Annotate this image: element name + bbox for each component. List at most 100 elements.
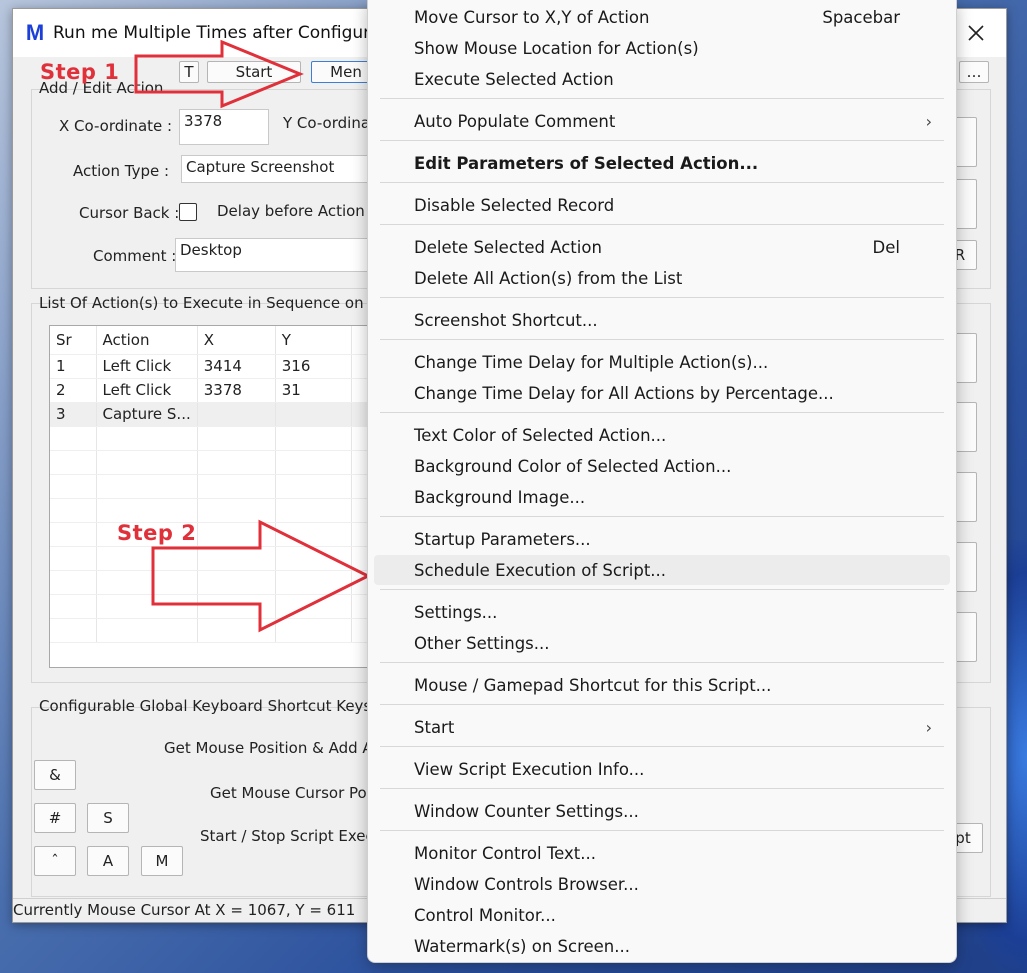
shortcut-key-a-button[interactable]: A [87,846,129,876]
menu-item-label: Move Cursor to X,Y of Action [414,7,650,27]
menu-item-change-delay-multiple[interactable]: Change Time Delay for Multiple Action(s)… [374,347,950,377]
table-row[interactable]: 1 Left Click 3414 316 [50,354,388,379]
cell-y [275,402,352,427]
menu-item-delete-all[interactable]: Delete All Action(s) from the List [374,263,950,293]
menu-item-change-delay-percentage[interactable]: Change Time Delay for All Actions by Per… [374,378,950,408]
menu-item-label: Startup Parameters... [414,529,591,549]
action-type-select[interactable]: Capture Screenshot [181,155,381,183]
menu-item-schedule-execution[interactable]: Schedule Execution of Script... [374,555,950,585]
cell-x: 3414 [197,354,276,379]
menu-item-label: Disable Selected Record [414,195,615,215]
shortcut-key-caret-button[interactable]: ˆ [34,846,76,876]
table-row-empty [50,474,388,499]
menu-item-screenshot-shortcut[interactable]: Screenshot Shortcut... [374,305,950,335]
menu-item-mouse-gamepad-shortcut[interactable]: Mouse / Gamepad Shortcut for this Script… [374,670,950,700]
table-row-empty [50,522,388,547]
action-list[interactable]: Sr Action X Y 1 Left Click 3414 316 2 Le… [49,325,389,668]
menu-item-other-settings[interactable]: Other Settings... [374,628,950,658]
table-row-selected[interactable]: 3 Capture S... [50,402,388,427]
shortcut-key-ampersand-button[interactable]: & [34,760,76,790]
get-mouse-cursor-label: Get Mouse Cursor Pos [210,784,375,802]
table-row-empty [50,570,388,595]
x-coordinate-input[interactable]: 3378 [179,109,269,145]
cell-sr: 3 [50,402,97,427]
menu-item-label: Background Color of Selected Action... [414,456,732,476]
shortcut-key-hash-button[interactable]: # [34,803,76,833]
menu-item-move-cursor[interactable]: Move Cursor to X,Y of Action Spacebar [374,2,950,32]
menu-item-start[interactable]: Start › [374,712,950,742]
menu-item-auto-populate-comment[interactable]: Auto Populate Comment › [374,106,950,136]
cell-y: 31 [275,378,352,403]
menu-item-background-image[interactable]: Background Image... [374,482,950,512]
shortcut-key-s-button[interactable]: S [87,803,129,833]
table-row-empty [50,546,388,571]
menu-item-execute-selected[interactable]: Execute Selected Action [374,64,950,94]
menu-separator [380,516,944,517]
menu-separator [380,589,944,590]
menu-item-view-execution-info[interactable]: View Script Execution Info... [374,754,950,784]
cell-sr: 1 [50,354,97,379]
menu-item-edit-parameters[interactable]: Edit Parameters of Selected Action... [374,148,950,178]
cell-x: 3378 [197,378,276,403]
table-row[interactable]: 2 Left Click 3378 31 [50,378,388,403]
cursor-back-label: Cursor Back : [79,204,180,222]
menu-item-label: Settings... [414,602,498,622]
menu-separator [380,704,944,705]
menu-item-window-counter-settings[interactable]: Window Counter Settings... [374,796,950,826]
delay-label: Delay before Action : [217,202,375,220]
start-button[interactable]: Start [207,61,301,83]
comment-input[interactable]: Desktop [175,238,381,272]
table-row-empty [50,618,388,643]
table-row-empty [50,450,388,475]
list-group-legend: List Of Action(s) to Execute in Sequence… [39,294,387,312]
menu-item-window-controls-browser[interactable]: Window Controls Browser... [374,869,950,899]
menu-item-label: Background Image... [414,487,586,507]
shortcut-key-m-button[interactable]: M [141,846,183,876]
cursor-back-checkbox[interactable] [179,203,197,221]
menu-separator [380,412,944,413]
table-row-empty [50,498,388,523]
menu-item-show-mouse-location[interactable]: Show Mouse Location for Action(s) [374,33,950,63]
menu-item-label: Monitor Control Text... [414,843,596,863]
menu-item-control-monitor[interactable]: Control Monitor... [374,900,950,930]
toolbar-ellipsis-button[interactable]: … [959,61,989,83]
menu-item-watermarks[interactable]: Watermark(s) on Screen... [374,931,950,961]
menu-item-startup-parameters[interactable]: Startup Parameters... [374,524,950,554]
menu-item-background-color[interactable]: Background Color of Selected Action... [374,451,950,481]
menu-item-delete-selected[interactable]: Delete Selected Action Del [374,232,950,262]
shortcut-group [31,707,391,897]
menu-item-label: Window Controls Browser... [414,874,639,894]
menu-separator [380,140,944,141]
menu-item-label: Delete Selected Action [414,237,602,257]
y-coordinate-label: Y Co-ordina [283,114,371,132]
menu-item-label: Change Time Delay for Multiple Action(s)… [414,352,769,372]
menu-item-disable-record[interactable]: Disable Selected Record [374,190,950,220]
get-mouse-add-label: Get Mouse Position & Add A [164,739,373,757]
menu-item-label: Show Mouse Location for Action(s) [414,38,699,58]
menu-item-label: Schedule Execution of Script... [414,560,667,580]
close-icon [968,25,984,41]
action-table: Sr Action X Y 1 Left Click 3414 316 2 Le… [50,326,388,643]
table-header-row: Sr Action X Y [50,326,388,355]
column-header-y[interactable]: Y [275,326,352,355]
cell-x [197,402,276,427]
t-button[interactable]: T [179,61,199,83]
menu-separator [380,297,944,298]
column-header-x[interactable]: X [197,326,276,355]
menu-separator [380,224,944,225]
action-type-label: Action Type : [73,162,170,180]
menu-item-label: Edit Parameters of Selected Action... [414,153,759,173]
submenu-chevron-icon: › [925,717,932,737]
column-header-sr[interactable]: Sr [50,326,97,355]
menu-item-text-color[interactable]: Text Color of Selected Action... [374,420,950,450]
column-header-action[interactable]: Action [96,326,198,355]
menu-item-monitor-control-text[interactable]: Monitor Control Text... [374,838,950,868]
menu-item-label: Other Settings... [414,633,550,653]
menu-separator [380,182,944,183]
menu-shortcut-label: Del [872,237,900,257]
menu-item-label: Screenshot Shortcut... [414,310,598,330]
menu-item-settings[interactable]: Settings... [374,597,950,627]
step-2-annotation: Step 2 [117,521,197,545]
menu-item-label: Watermark(s) on Screen... [414,936,630,956]
cell-action: Capture S... [96,402,198,427]
